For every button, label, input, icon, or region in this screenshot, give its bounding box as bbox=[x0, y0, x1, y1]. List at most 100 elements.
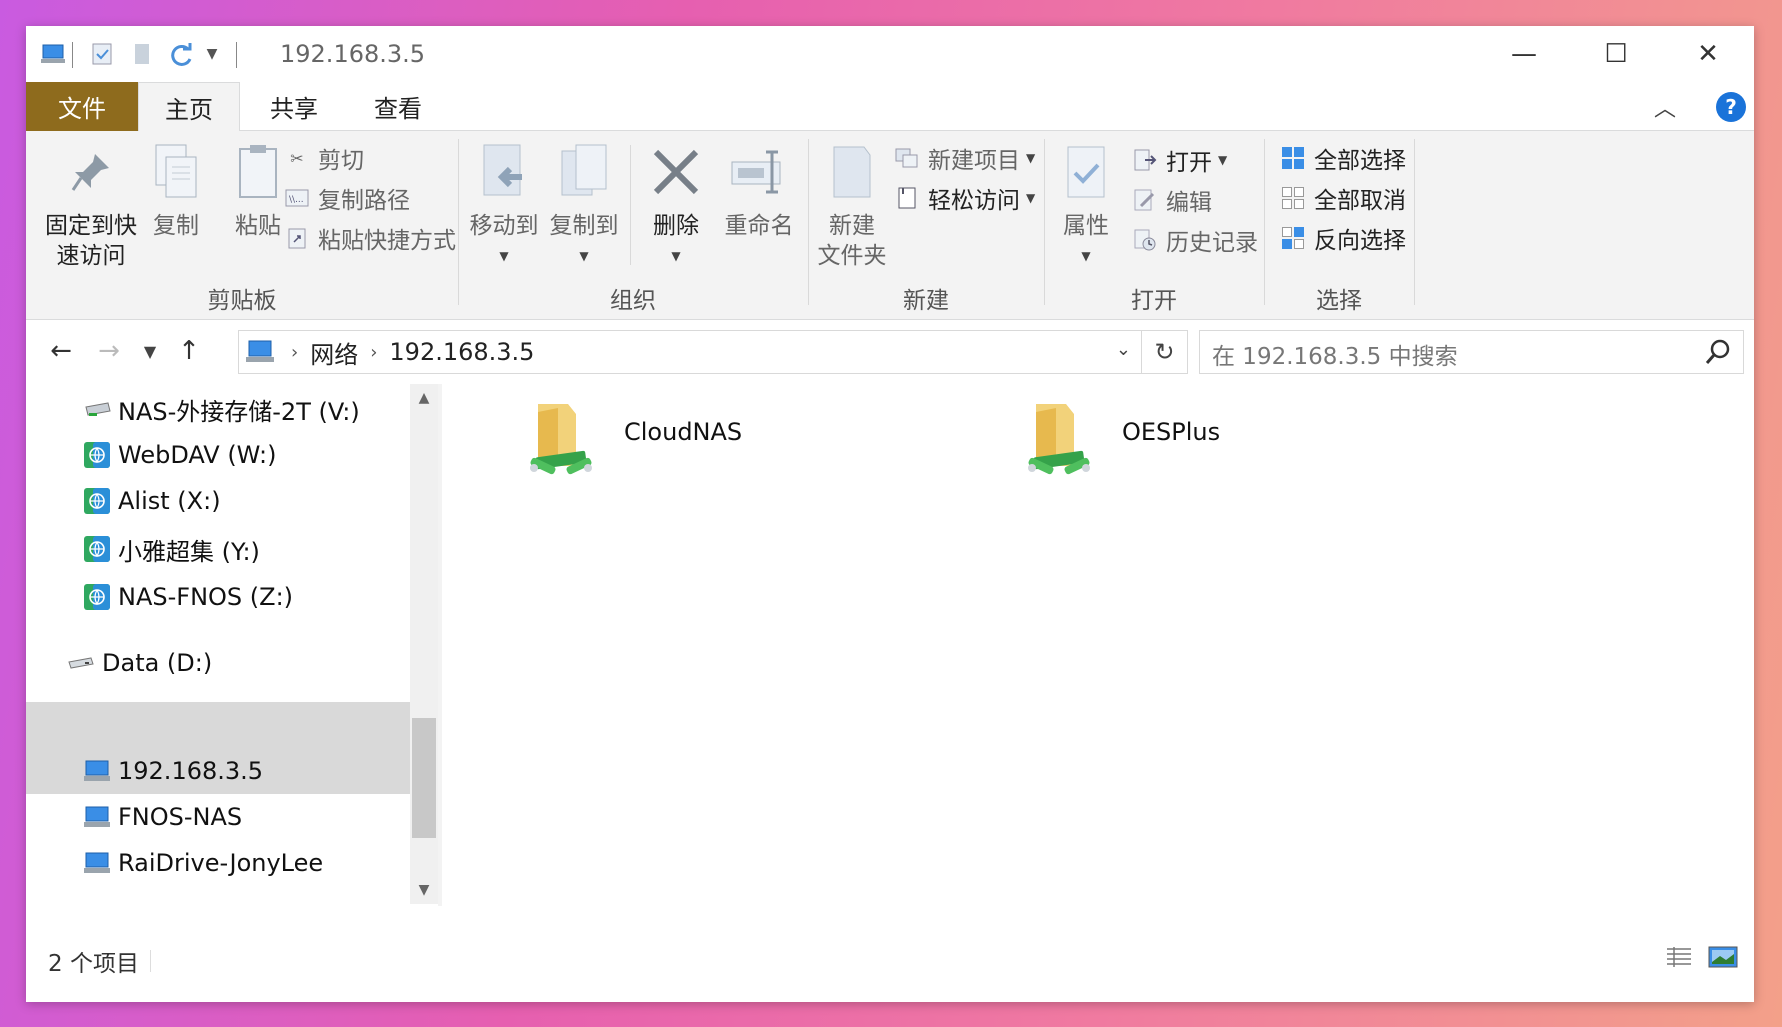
new-folder-quick-icon[interactable] bbox=[128, 40, 156, 68]
tab-file[interactable]: 文件 bbox=[26, 82, 138, 131]
pin-to-quick-access-button[interactable]: 固定到快 速访问 bbox=[36, 141, 146, 271]
local-drive-icon bbox=[66, 648, 96, 678]
nav-item-label: FNOS-NAS bbox=[118, 803, 243, 831]
file-item-oesplus[interactable]: OESPlus bbox=[1024, 400, 1220, 486]
select-group-label: 选择 bbox=[1316, 288, 1362, 314]
rename-button[interactable]: 重命名 bbox=[716, 141, 802, 241]
easy-access-button[interactable]: 轻松访问 ▼ bbox=[894, 183, 1036, 214]
open-icon bbox=[1132, 147, 1158, 173]
minimize-button[interactable]: — bbox=[1478, 26, 1570, 82]
nav-item-webdav[interactable]: WebDAV (W:) bbox=[26, 432, 410, 478]
easy-access-chevron-down-icon: ▼ bbox=[1026, 191, 1036, 205]
details-view-icon[interactable] bbox=[1664, 942, 1694, 972]
properties-quick-icon[interactable] bbox=[88, 40, 116, 68]
customize-qa-chevron-down-icon[interactable]: ▼ bbox=[202, 40, 222, 68]
search-icon[interactable] bbox=[1703, 337, 1733, 367]
address-bar[interactable]: › 网络 › 192.168.3.5 ⌄ ↻ bbox=[238, 330, 1188, 374]
collapse-ribbon-button[interactable]: ︿ bbox=[1648, 90, 1682, 124]
computer-icon[interactable] bbox=[38, 40, 70, 68]
large-icons-view-icon[interactable] bbox=[1708, 942, 1738, 972]
nav-item-nas-v[interactable]: NAS-外接存储-2T (V:) bbox=[26, 386, 410, 432]
open-chevron-down-icon: ▼ bbox=[1218, 153, 1228, 167]
nav-item-label: RaiDrive-JonyLee bbox=[118, 849, 324, 877]
file-item-cloudnas[interactable]: CloudNAS bbox=[526, 400, 742, 486]
new-item-icon bbox=[894, 145, 920, 171]
clipboard-icon bbox=[229, 141, 287, 203]
address-bar-row: ← → ▼ ↑ › 网络 › 192.168.3.5 ⌄ ↻ 在 192.168… bbox=[26, 320, 1754, 384]
redo-icon[interactable] bbox=[166, 40, 198, 68]
tab-share[interactable]: 共享 bbox=[244, 82, 344, 131]
breadcrumb-chevron-icon[interactable]: › bbox=[370, 342, 377, 363]
back-arrow-icon[interactable]: ← bbox=[42, 332, 80, 370]
move-to-label: 移动到 bbox=[469, 213, 539, 239]
organize-group-label: 组织 bbox=[610, 288, 656, 314]
new-folder-button[interactable]: 新建 文件夹 bbox=[810, 141, 894, 271]
breadcrumb-chevron-icon[interactable]: › bbox=[291, 342, 298, 363]
new-folder-label-line1: 新建 bbox=[829, 213, 875, 239]
computer-icon bbox=[82, 848, 112, 878]
scrollbar-thumb[interactable] bbox=[412, 718, 436, 838]
close-button[interactable]: ✕ bbox=[1662, 26, 1754, 82]
new-folder-icon bbox=[823, 141, 881, 203]
copy-to-button[interactable]: 复制到 ▼ bbox=[544, 141, 624, 271]
refresh-icon[interactable]: ↻ bbox=[1141, 331, 1187, 373]
history-button[interactable]: 历史记录 bbox=[1132, 225, 1258, 256]
nav-pane-scrollbar[interactable]: ▲ ▼ bbox=[410, 384, 438, 904]
open-label: 打开 bbox=[1166, 150, 1212, 176]
nav-item-label: WebDAV (W:) bbox=[118, 441, 277, 469]
help-button[interactable]: ? bbox=[1716, 92, 1746, 122]
move-to-chevron-down-icon: ▼ bbox=[499, 249, 509, 263]
forward-arrow-icon[interactable]: → bbox=[90, 332, 128, 370]
properties-button[interactable]: 属性 ▼ bbox=[1048, 141, 1124, 271]
nav-item-label: Alist (X:) bbox=[118, 487, 221, 515]
tab-home[interactable]: 主页 bbox=[138, 82, 240, 132]
pane-divider[interactable] bbox=[438, 384, 442, 906]
copy-button[interactable]: 复制 bbox=[140, 141, 212, 241]
scroll-up-icon[interactable]: ▲ bbox=[410, 384, 438, 412]
copy-path-button[interactable]: \\... 复制路径 bbox=[284, 183, 410, 214]
content-pane[interactable]: CloudNAS OESPlus bbox=[444, 384, 1754, 906]
open-button[interactable]: 打开 ▼ bbox=[1132, 145, 1228, 176]
window-title: 192.168.3.5 bbox=[280, 40, 426, 68]
select-all-button[interactable]: 全部选择 bbox=[1280, 143, 1406, 174]
paste-shortcut-button[interactable]: 粘贴快捷方式 bbox=[284, 223, 456, 254]
clipboard-group-label: 剪贴板 bbox=[207, 288, 277, 314]
select-none-button[interactable]: 全部取消 bbox=[1280, 183, 1406, 214]
select-all-label: 全部选择 bbox=[1314, 148, 1406, 174]
nav-item-nas-fnos[interactable]: NAS-FNOS (Z:) bbox=[26, 574, 410, 620]
breadcrumb-network[interactable]: 网络 bbox=[310, 335, 358, 370]
nav-item-raidrive[interactable]: RaiDrive-JonyLee bbox=[26, 840, 410, 886]
breadcrumb-host[interactable]: 192.168.3.5 bbox=[389, 338, 534, 366]
nav-item-label: Data (D:) bbox=[102, 649, 213, 677]
cut-button[interactable]: ✂ 剪切 bbox=[284, 143, 364, 174]
rename-label: 重命名 bbox=[724, 213, 794, 239]
nav-item-host-selected[interactable]: 192.168.3.5 bbox=[26, 748, 410, 794]
edit-label: 编辑 bbox=[1166, 190, 1212, 216]
open-group-label: 打开 bbox=[1131, 288, 1177, 314]
shared-folder-icon bbox=[1024, 400, 1094, 486]
file-name: CloudNAS bbox=[624, 418, 743, 446]
web-drive-icon bbox=[82, 534, 112, 564]
delete-button[interactable]: 删除 ▼ bbox=[636, 141, 716, 271]
edit-button[interactable]: 编辑 bbox=[1132, 185, 1212, 216]
history-label: 历史记录 bbox=[1166, 230, 1258, 256]
copy-to-label: 复制到 bbox=[549, 213, 619, 239]
nav-item-fnos-nas[interactable]: FNOS-NAS bbox=[26, 794, 410, 840]
recent-locations-chevron-down-icon[interactable]: ▼ bbox=[136, 332, 164, 370]
scroll-down-icon[interactable]: ▼ bbox=[410, 876, 438, 904]
nav-item-data-d[interactable]: Data (D:) bbox=[26, 640, 410, 686]
svg-text:\\...: \\... bbox=[289, 195, 304, 205]
properties-chevron-down-icon: ▼ bbox=[1081, 249, 1091, 263]
search-input[interactable]: 在 192.168.3.5 中搜索 bbox=[1199, 330, 1744, 374]
invert-selection-button[interactable]: 反向选择 bbox=[1280, 223, 1406, 254]
tab-view[interactable]: 查看 bbox=[348, 82, 448, 131]
new-item-button[interactable]: 新建项目 ▼ bbox=[894, 143, 1035, 174]
maximize-button[interactable]: ☐ bbox=[1570, 26, 1662, 82]
rename-icon bbox=[730, 141, 788, 203]
address-history-chevron-down-icon[interactable]: ⌄ bbox=[1116, 339, 1131, 360]
computer-icon bbox=[245, 337, 279, 367]
nav-item-alist[interactable]: Alist (X:) bbox=[26, 478, 410, 524]
up-arrow-icon[interactable]: ↑ bbox=[170, 332, 208, 370]
move-to-button[interactable]: 移动到 ▼ bbox=[464, 141, 544, 271]
nav-item-xiaoya[interactable]: 小雅超集 (Y:) bbox=[26, 526, 410, 572]
